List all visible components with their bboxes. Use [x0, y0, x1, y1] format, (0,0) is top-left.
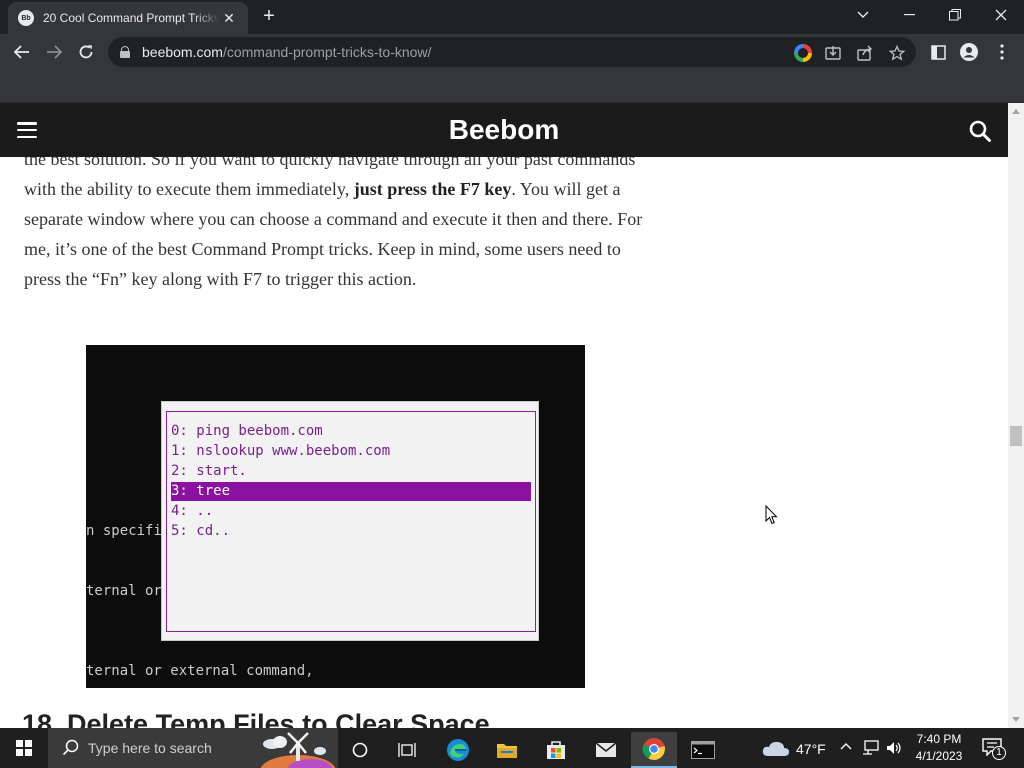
chrome-taskbar-icon[interactable]: [631, 732, 677, 768]
terminal-line: ternal or: [86, 583, 162, 599]
url-path: /command-prompt-tricks-to-know/: [222, 44, 432, 60]
browser-tab[interactable]: Bb 20 Cool Command Prompt Tricks to Know…: [8, 2, 248, 34]
show-hidden-icons-chevron-icon[interactable]: [840, 742, 852, 750]
edge-browser-icon[interactable]: [435, 732, 481, 768]
beebom-favicon-icon: Bb: [18, 10, 34, 26]
forward-arrow-icon[interactable]: [42, 40, 66, 64]
share-icon[interactable]: [856, 44, 874, 62]
command-history-popup: 0: ping beebom.com 1: nslookup www.beebo…: [161, 401, 539, 641]
clock-date: 4/1/2023: [915, 749, 963, 763]
task-view-icon[interactable]: [384, 732, 430, 768]
system-clock[interactable]: 7:40 PM 4/1/2023: [905, 731, 973, 765]
address-bar[interactable]: beebom.com/command-prompt-tricks-to-know…: [108, 37, 916, 67]
site-header: Beebom: [0, 103, 1008, 157]
weather-temperature[interactable]: 47°F: [796, 741, 826, 757]
mail-icon[interactable]: [583, 732, 629, 768]
file-explorer-icon[interactable]: [484, 732, 530, 768]
page-viewport: Beebom the best solution. So if you want…: [0, 103, 1008, 728]
google-lens-icon[interactable]: [794, 44, 812, 62]
history-item: 2: start.: [171, 463, 247, 479]
command-history-frame: 0: ping beebom.com 1: nslookup www.beebo…: [166, 411, 536, 632]
lock-icon[interactable]: [120, 46, 130, 58]
scrollbar-thumb[interactable]: [1010, 426, 1022, 446]
volume-icon[interactable]: [886, 740, 902, 756]
start-button[interactable]: [0, 728, 48, 768]
browser-toolbar: beebom.com/command-prompt-tricks-to-know…: [0, 34, 1024, 70]
history-item: 5: cd..: [171, 523, 231, 539]
command-prompt-taskbar-icon[interactable]: [680, 732, 726, 768]
search-placeholder: Type here to search: [88, 740, 212, 756]
search-icon[interactable]: [969, 120, 991, 142]
page-scrollbar[interactable]: [1008, 103, 1024, 728]
search-icon: [62, 739, 79, 756]
chrome-menu-icon[interactable]: [992, 42, 1012, 62]
side-panel-icon[interactable]: [928, 42, 948, 62]
search-highlight-windmill-icon: [260, 732, 336, 768]
windows-taskbar: Type here to search 47°F 7:40 PM 4/1/202…: [0, 728, 1024, 768]
back-arrow-icon[interactable]: [10, 40, 34, 64]
network-icon[interactable]: [862, 740, 880, 756]
minimize-window-icon[interactable]: [886, 0, 932, 30]
paragraph-bold-text: just press the F7 key: [353, 179, 512, 199]
site-brand-logo[interactable]: Beebom: [0, 114, 1008, 146]
article-paragraph: the best solution. So if you want to qui…: [24, 144, 654, 294]
command-prompt-screenshot: n specifi ternal or ternal or external c…: [86, 345, 585, 688]
windows-logo-icon: [16, 740, 32, 756]
profile-avatar-icon[interactable]: [959, 42, 979, 62]
tab-title: 20 Cool Command Prompt Tricks to Know: [43, 11, 220, 25]
close-window-icon[interactable]: [978, 0, 1024, 30]
history-item: 0: ping beebom.com: [171, 423, 323, 439]
section-heading: 18. Delete Temp Files to Clear Space: [22, 709, 490, 728]
mouse-cursor-icon: [765, 505, 778, 525]
weather-cloud-icon[interactable]: [762, 739, 790, 757]
tab-search-chevron-icon[interactable]: [840, 0, 886, 30]
notification-count-badge: 1: [992, 746, 1006, 760]
history-item: 1: nslookup www.beebom.com: [171, 443, 391, 459]
terminal-line: ternal or external command,: [86, 663, 314, 679]
terminal-line: n specifi: [86, 523, 162, 539]
cortana-icon[interactable]: [337, 732, 383, 768]
install-app-icon[interactable]: [824, 44, 842, 62]
bookmark-star-icon[interactable]: [888, 44, 906, 62]
scroll-up-arrow-icon[interactable]: [1012, 109, 1020, 114]
scroll-down-arrow-icon[interactable]: [1012, 717, 1020, 722]
close-tab-icon[interactable]: ✕: [220, 10, 238, 27]
new-tab-button[interactable]: +: [258, 6, 280, 28]
history-item-selected: 3: tree: [171, 482, 531, 501]
reload-icon[interactable]: [74, 40, 98, 64]
notification-center-button[interactable]: 1: [982, 738, 1006, 760]
clock-time: 7:40 PM: [916, 732, 962, 746]
browser-tab-strip: Bb 20 Cool Command Prompt Tricks to Know…: [0, 0, 1024, 34]
bookmarks-bar: [0, 70, 1024, 103]
history-item: 4: ..: [171, 503, 214, 519]
restore-window-icon[interactable]: [932, 0, 978, 30]
microsoft-store-icon[interactable]: [533, 732, 579, 768]
url-host: beebom.com: [142, 44, 223, 60]
